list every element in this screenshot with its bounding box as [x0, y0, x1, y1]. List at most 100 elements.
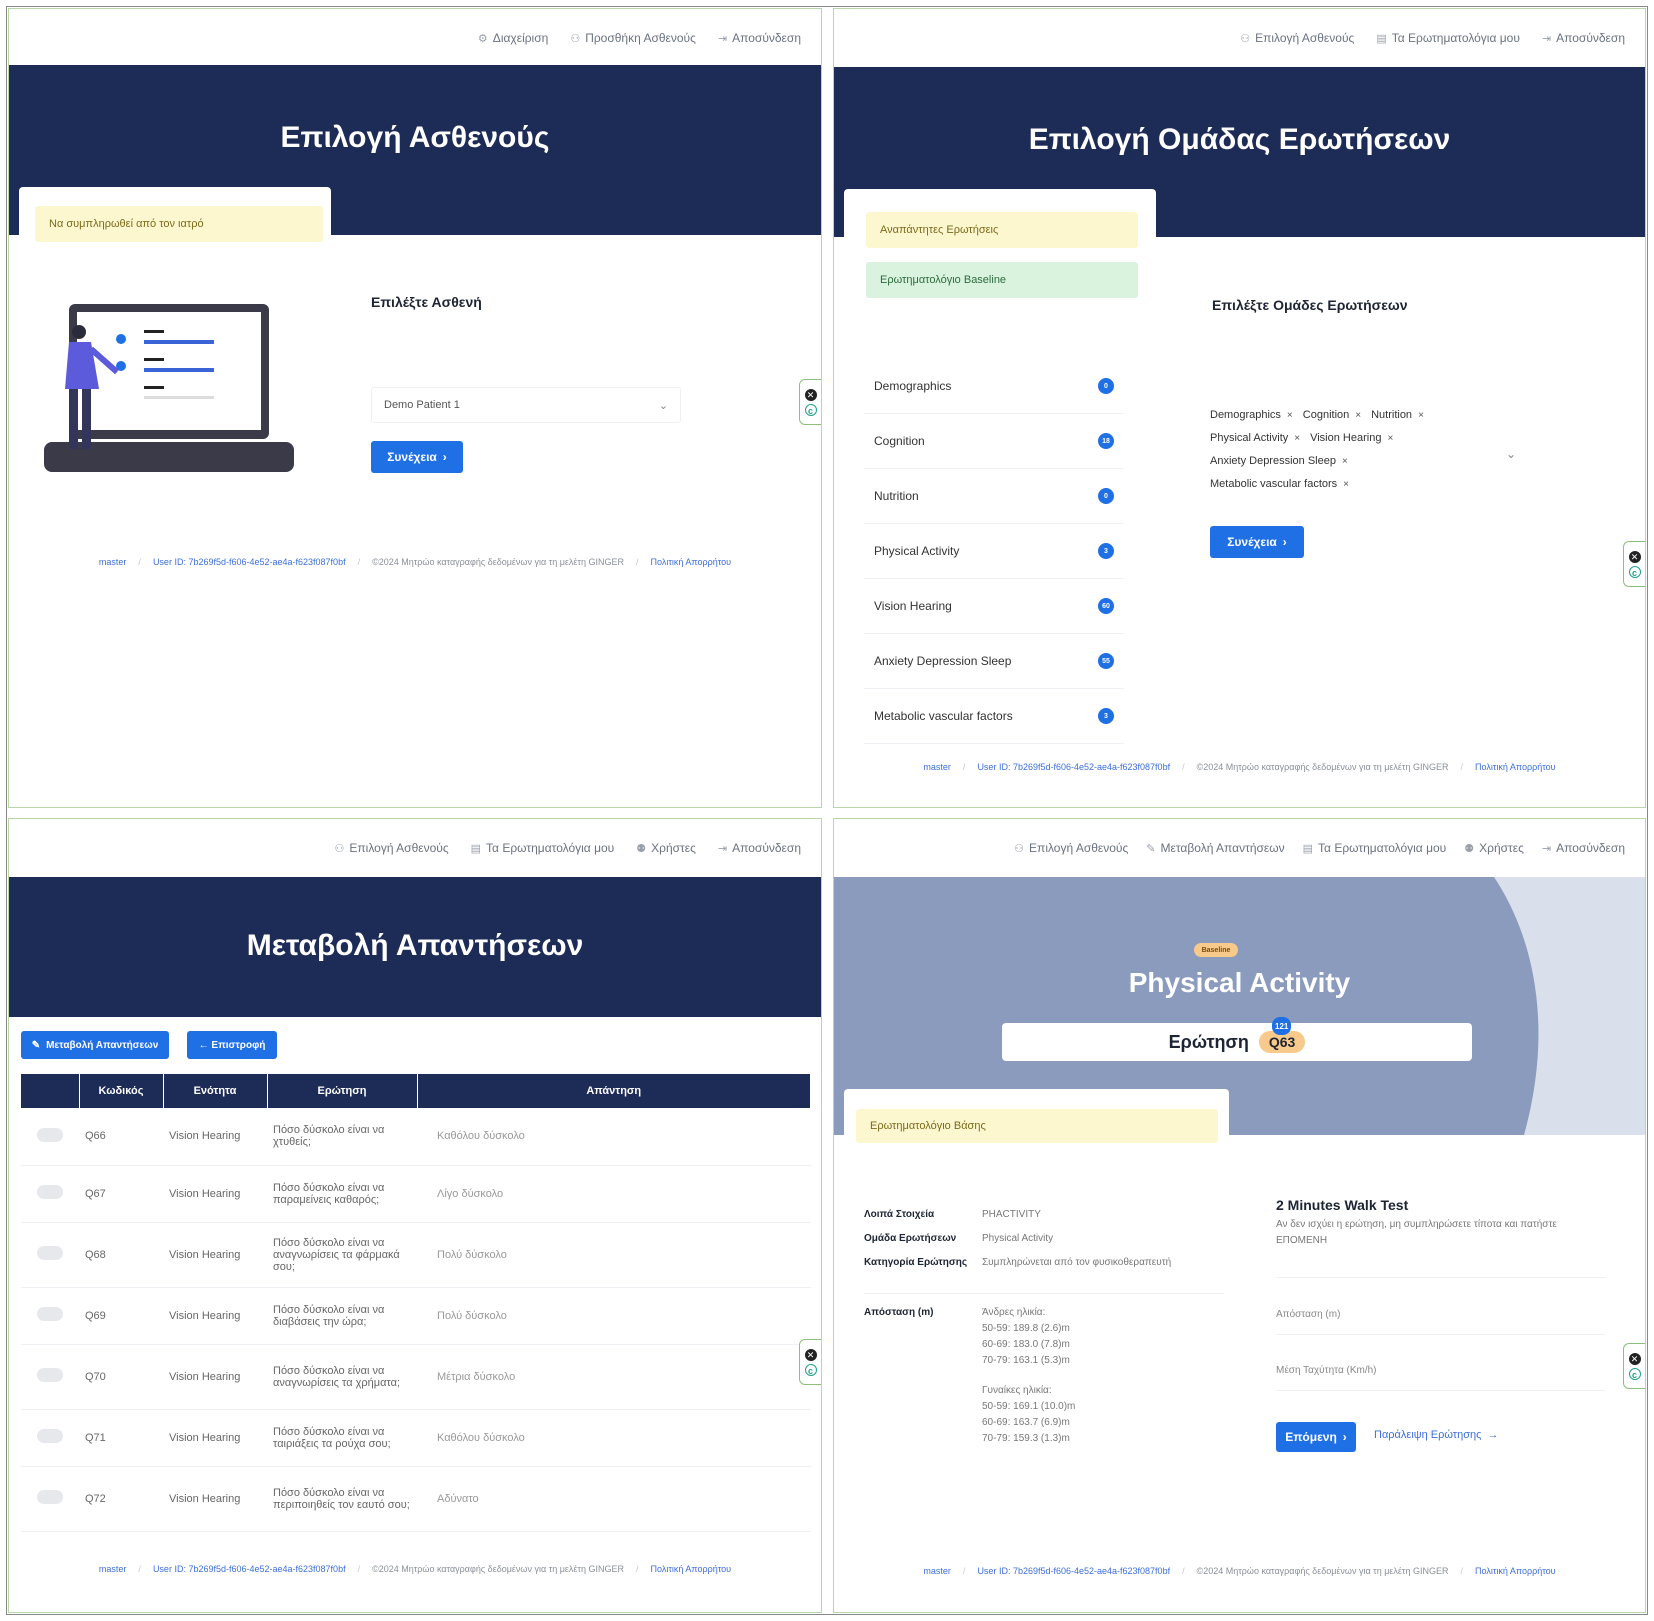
nav-logout[interactable]: ⇥ Αποσύνδεση [1542, 31, 1625, 45]
question-box: Ερώτηση Q63 [1002, 1023, 1472, 1061]
answers-table: Κωδικός Ενότητα Ερώτηση Απάντηση Q66 Visi… [21, 1074, 811, 1532]
list-item[interactable]: Cognition 18 [864, 414, 1124, 469]
chevron-right-icon: › [1342, 1430, 1347, 1444]
distance-input[interactable]: Απόσταση (m) [1276, 1295, 1606, 1335]
speed-input[interactable]: Μέση Ταχύτητα (Km/h) [1276, 1351, 1606, 1391]
side-widget[interactable]: ✕ c [799, 379, 821, 425]
nav-edit-answers[interactable]: ✎ Μεταβολή Απαντήσεων [1146, 841, 1284, 855]
logout-icon: ⇥ [1541, 32, 1552, 45]
page-title: Επιλογή Ομάδας Ερωτήσεων [1028, 123, 1451, 156]
accessibility-icon[interactable]: c [1628, 1367, 1641, 1380]
nav-select-patient[interactable]: ⚇ Επιλογή Ασθενούς [1240, 31, 1354, 45]
privacy-link[interactable]: Πολιτική Απορρήτου [651, 557, 732, 567]
tag: Anxiety Depression Sleep × [1210, 455, 1348, 467]
unanswered-note: Αναπάντητες Ερωτήσεις [866, 212, 1138, 248]
branch-link[interactable]: master [99, 1564, 127, 1574]
panel-question: ⚇ Επιλογή Ασθενούς ✎ Μεταβολή Απαντήσεων ▤… [833, 818, 1646, 1613]
remove-tag-icon[interactable]: × [1287, 410, 1293, 421]
list-item[interactable]: Metabolic vascular factors 3 [864, 689, 1124, 744]
accessibility-icon[interactable]: c [1628, 565, 1641, 578]
accessibility-icon[interactable]: c [804, 1363, 817, 1376]
list-item[interactable]: Demographics 0 [864, 359, 1124, 414]
accessibility-icon[interactable]: c [804, 403, 817, 416]
document-icon: ▤ [1302, 842, 1314, 855]
footer: master / User ID: 7b269f5d-f606-4e52-ae4a… [923, 762, 1556, 772]
nav-add-patient[interactable]: ⚇ Προσθήκη Ασθενούς [570, 31, 696, 45]
logout-icon: ⇥ [1541, 842, 1552, 855]
details-block: Λοιπά Στοιχεία PHACTIVITY Ομάδα Ερωτήσεων… [864, 1209, 1172, 1268]
chevron-right-icon: › [1282, 535, 1287, 549]
privacy-link[interactable]: Πολιτική Απορρήτου [1475, 762, 1556, 772]
continue-button[interactable]: Συνέχεια › [1210, 526, 1304, 558]
list-item[interactable]: Vision Hearing 60 [864, 579, 1124, 634]
continue-button[interactable]: Συνέχεια › [371, 441, 463, 473]
list-item[interactable]: Anxiety Depression Sleep 55 [864, 634, 1124, 689]
row-toggle[interactable] [37, 1490, 63, 1504]
next-button[interactable]: Επόμενη › [1276, 1422, 1356, 1452]
pencil-icon: ✎ [1146, 842, 1156, 855]
count-badge: 18 [1098, 433, 1114, 449]
test-title: 2 Minutes Walk Test [1276, 1197, 1409, 1213]
remove-tag-icon[interactable]: × [1418, 410, 1424, 421]
nav-logout[interactable]: ⇥ Αποσύνδεση [1542, 841, 1625, 855]
nav-logout[interactable]: ⇥ Αποσύνδεση [718, 841, 801, 855]
list-item[interactable]: Physical Activity 3 [864, 524, 1124, 579]
user-plus-icon: ⚇ [570, 32, 581, 45]
nav-admin[interactable]: ⚙ Διαχείριση [478, 31, 548, 45]
document-icon: ▤ [470, 842, 482, 855]
table-row: Q70 Vision Hearing Πόσο δύσκολο είναι να α… [21, 1344, 811, 1410]
nav-my-questionnaires[interactable]: ▤ Τα Ερωτηματολόγια μου [1376, 31, 1520, 45]
nav-users[interactable]: ⚉ Χρήστες [636, 841, 696, 855]
edit-answers-button[interactable]: ✎ Μεταβολή Απαντήσεων [21, 1031, 169, 1059]
nav-select-patient[interactable]: ⚇ Επιλογή Ασθενούς [335, 841, 449, 855]
test-description: Αν δεν ισχύει η ερώτηση, μη συμπληρώσετε… [1276, 1219, 1557, 1246]
user-icon: ⚇ [334, 842, 345, 855]
branch-link[interactable]: master [99, 557, 127, 567]
skip-question-link[interactable]: Παράλειψη Ερώτησης → [1374, 1429, 1498, 1441]
close-icon[interactable]: ✕ [804, 1348, 817, 1361]
branch-link[interactable]: master [923, 1566, 951, 1576]
side-widget[interactable]: ✕ c [799, 1339, 821, 1385]
select-patient-label: Επιλέξτε Ασθενή [371, 294, 482, 310]
branch-link[interactable]: master [923, 762, 951, 772]
patient-select[interactable]: Demo Patient 1 ⌄ [371, 387, 681, 423]
row-toggle[interactable] [37, 1185, 63, 1199]
remove-tag-icon[interactable]: × [1355, 410, 1361, 421]
footer: master / User ID: 7b269f5d-f606-4e52-ae4a… [98, 557, 732, 567]
table-row: Q68 Vision Hearing Πόσο δύσκολο είναι να α… [21, 1222, 811, 1288]
nav-my-questionnaires[interactable]: ▤ Τα Ερωτηματολόγια μου [471, 841, 615, 855]
privacy-link[interactable]: Πολιτική Απορρήτου [651, 1564, 732, 1574]
row-toggle[interactable] [37, 1127, 63, 1142]
count-badge: 3 [1098, 543, 1114, 559]
back-button[interactable]: ← Επιστροφή [187, 1031, 277, 1059]
privacy-link[interactable]: Πολιτική Απορρήτου [1475, 1566, 1556, 1576]
row-toggle[interactable] [37, 1307, 63, 1321]
row-toggle[interactable] [37, 1429, 63, 1443]
nav-logout[interactable]: ⇥ Αποσύνδεση [718, 31, 801, 45]
user-id: User ID: 7b269f5d-f606-4e52-ae4a-f623f08… [977, 762, 1171, 772]
nav-select-patient[interactable]: ⚇ Επιλογή Ασθενούς [1014, 841, 1128, 855]
row-toggle[interactable] [37, 1368, 63, 1382]
row-toggle[interactable] [37, 1246, 63, 1260]
user-id: User ID: 7b269f5d-f606-4e52-ae4a-f623f08… [152, 1564, 346, 1574]
users-icon: ⚉ [1464, 842, 1475, 855]
logout-icon: ⇥ [717, 842, 728, 855]
distance-block: Απόσταση (m) Άνδρες ηλικία: 50-59: 189.8… [864, 1307, 1076, 1444]
close-icon[interactable]: ✕ [1628, 550, 1641, 563]
count-badge: 0 [1098, 488, 1114, 504]
list-item[interactable]: Nutrition 0 [864, 469, 1124, 524]
close-icon[interactable]: ✕ [1628, 1352, 1641, 1365]
side-widget[interactable]: ✕ c [1623, 1343, 1645, 1389]
remove-tag-icon[interactable]: × [1294, 433, 1300, 444]
side-widget[interactable]: ✕ c [1623, 541, 1645, 587]
remove-tag-icon[interactable]: × [1387, 433, 1393, 444]
close-icon[interactable]: ✕ [804, 388, 817, 401]
nav-users[interactable]: ⚉ Χρήστες [1464, 841, 1524, 855]
copyright: ©2024 Μητρώο καταγραφής δεδομένων για τη… [1196, 1566, 1449, 1576]
groups-multiselect[interactable]: Demographics × Cognition × Nutrition × Physic… [1210, 404, 1520, 496]
chevron-down-icon[interactable]: ⌄ [1506, 447, 1516, 461]
remove-tag-icon[interactable]: × [1343, 479, 1349, 490]
remove-tag-icon[interactable]: × [1342, 456, 1348, 467]
table-row: Q69 Vision Hearing Πόσο δύσκολο είναι να δ… [21, 1287, 811, 1345]
nav-my-questionnaires[interactable]: ▤ Τα Ερωτηματολόγια μου [1303, 841, 1447, 855]
